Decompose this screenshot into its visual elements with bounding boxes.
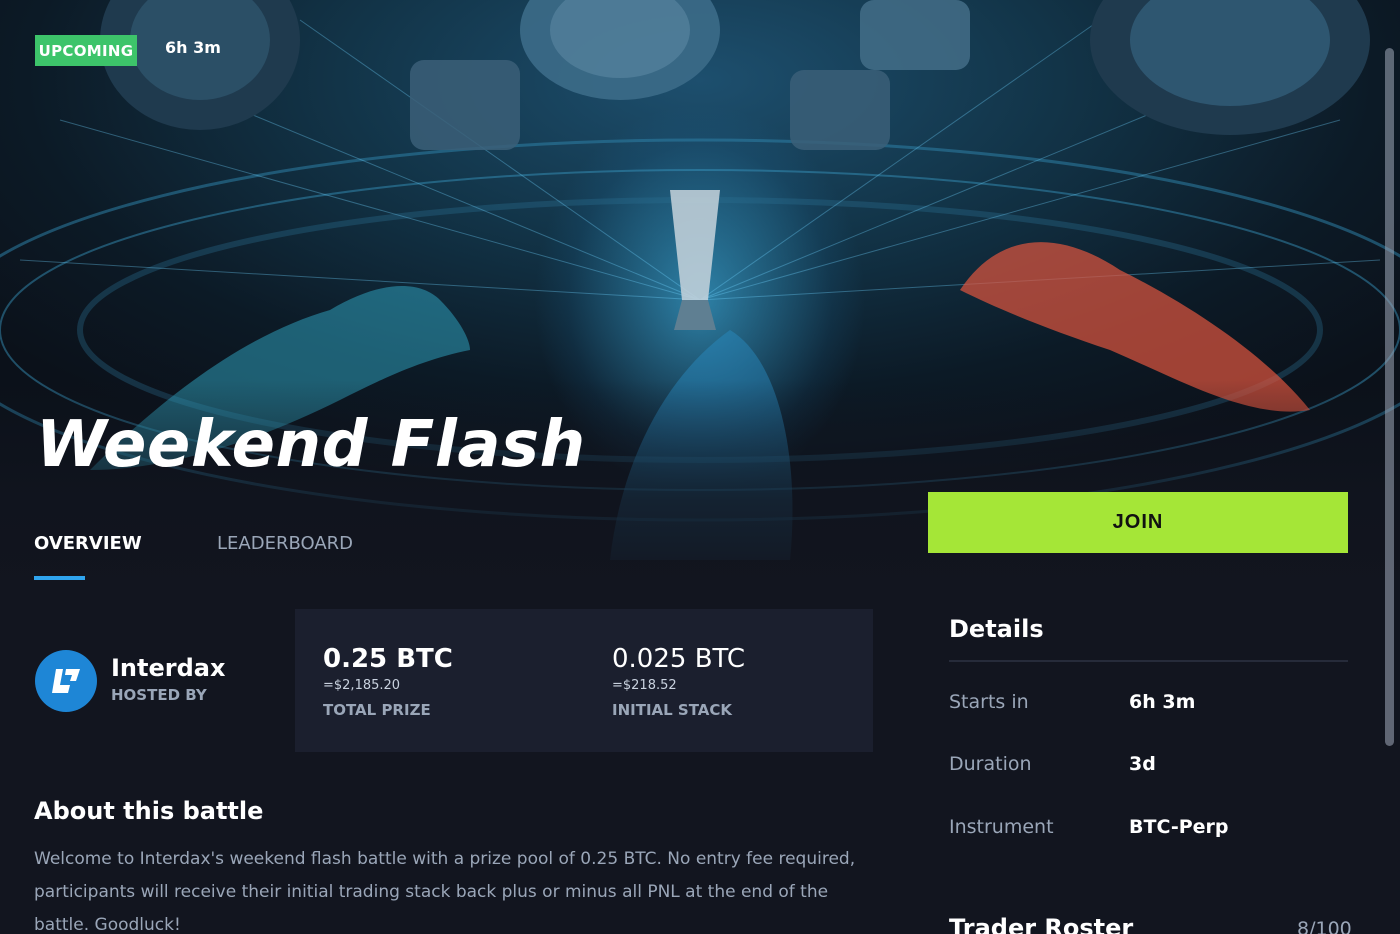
tab-overview[interactable]: OVERVIEW bbox=[34, 533, 142, 554]
total-prize-usd: =$2,185.20 bbox=[323, 678, 401, 693]
initial-stack-label: INITIAL STACK bbox=[612, 701, 733, 719]
about-heading: About this battle bbox=[34, 797, 264, 825]
initial-stack-value: 0.025 BTC bbox=[612, 644, 746, 674]
countdown-timer: 6h 3m bbox=[165, 38, 221, 57]
roster-count: 8/100 bbox=[1297, 918, 1352, 934]
initial-stack-stat: 0.025 BTC =$218.52 INITIAL STACK bbox=[612, 644, 745, 719]
interdax-logo-icon bbox=[52, 669, 80, 693]
host-name[interactable]: Interdax bbox=[111, 654, 225, 682]
total-prize-stat: 0.25 BTC =$2,185.20 TOTAL PRIZE bbox=[323, 644, 453, 719]
detail-value-starts-in: 6h 3m bbox=[1129, 691, 1196, 713]
avatar[interactable] bbox=[35, 650, 97, 712]
join-button[interactable]: JOIN bbox=[928, 492, 1348, 553]
total-prize-label: TOTAL PRIZE bbox=[323, 701, 431, 719]
active-tab-indicator bbox=[34, 576, 85, 580]
initial-stack-usd: =$218.52 bbox=[612, 678, 677, 693]
divider bbox=[949, 660, 1348, 662]
total-prize-value: 0.25 BTC bbox=[323, 644, 453, 674]
detail-label-instrument: Instrument bbox=[949, 816, 1054, 838]
detail-value-instrument: BTC-Perp bbox=[1129, 816, 1229, 838]
details-heading: Details bbox=[949, 615, 1044, 643]
detail-label-starts-in: Starts in bbox=[949, 691, 1029, 713]
status-badge: UPCOMING bbox=[35, 35, 137, 66]
detail-value-duration: 3d bbox=[1129, 753, 1156, 775]
roster-heading: Trader Roster bbox=[949, 914, 1134, 934]
host-caption: HOSTED BY bbox=[111, 686, 207, 704]
page-title: Weekend Flash bbox=[36, 408, 586, 482]
tab-leaderboard[interactable]: LEADERBOARD bbox=[217, 533, 353, 554]
prize-card: 0.25 BTC =$2,185.20 TOTAL PRIZE 0.025 BT… bbox=[295, 609, 873, 752]
detail-label-duration: Duration bbox=[949, 753, 1032, 775]
about-text: Welcome to Interdax's weekend flash batt… bbox=[34, 849, 856, 934]
scrollbar-thumb[interactable] bbox=[1385, 48, 1394, 746]
